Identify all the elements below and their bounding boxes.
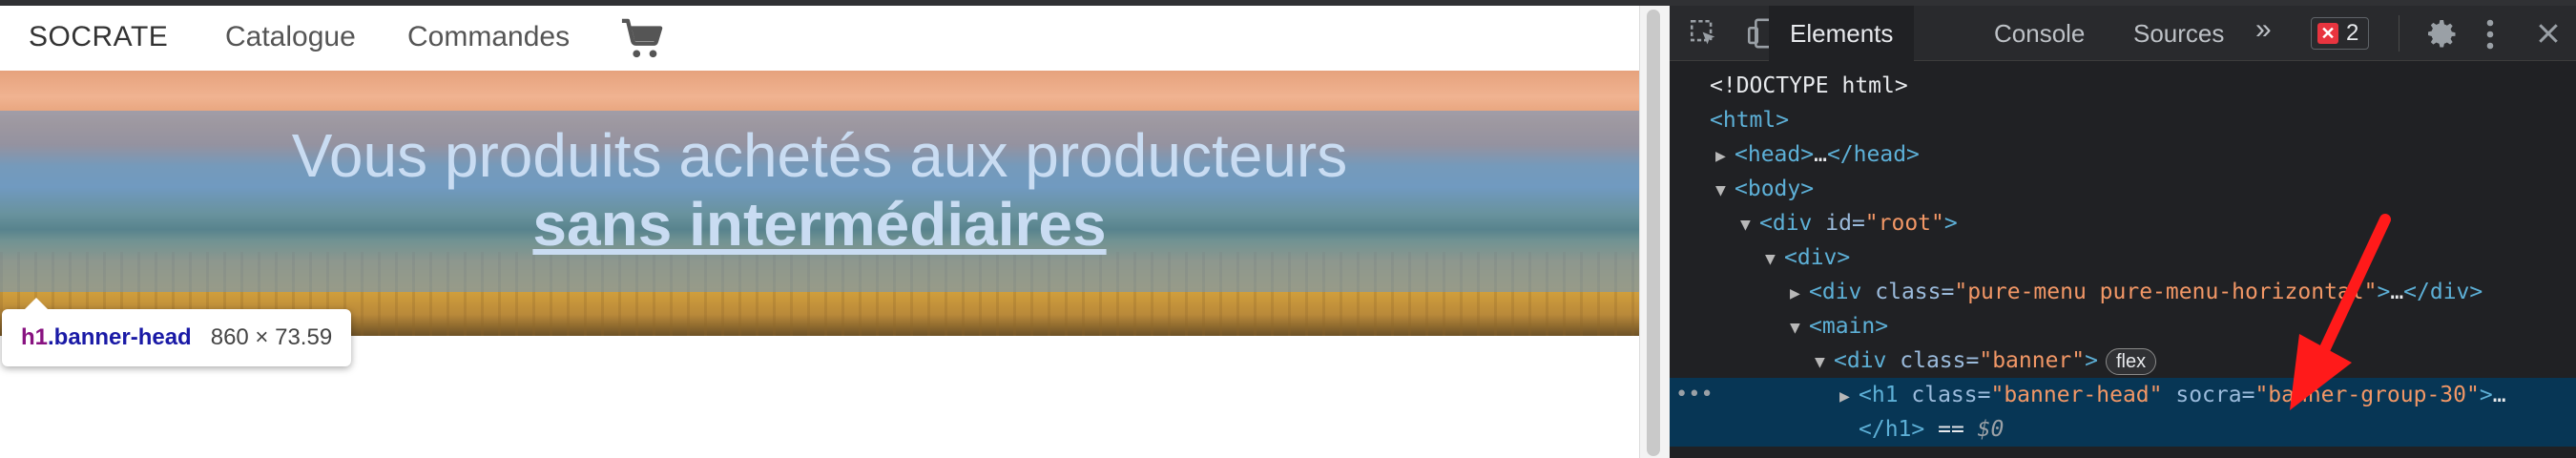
- devtools-toolbar: Elements Console Sources » ✕ 2: [1670, 6, 2576, 61]
- dom-token: <head>: [1735, 142, 1815, 167]
- dom-token: $0: [1977, 417, 2005, 442]
- shopping-cart-icon[interactable]: [620, 17, 664, 61]
- dom-token: >: [2479, 383, 2493, 407]
- gear-icon[interactable]: [2425, 17, 2460, 52]
- error-icon: ✕: [2317, 23, 2338, 44]
- error-count-badge[interactable]: ✕ 2: [2311, 17, 2370, 50]
- dom-token: </h1>: [1859, 417, 1925, 442]
- dom-token: socra=: [2162, 383, 2255, 407]
- dom-tree[interactable]: <!DOCTYPE html> <html> ▶ <head>…</head> ▼ <bo…: [1670, 61, 2576, 458]
- dom-token: ==: [1924, 417, 1978, 442]
- dom-token: class=: [1911, 383, 1991, 407]
- page-viewport: SOCRATE Catalogue Commandes Vous produit…: [0, 6, 1639, 458]
- banner-headline: Vous produits achetés aux producteurs: [291, 121, 1348, 190]
- nav-link-catalogue[interactable]: Catalogue: [225, 21, 356, 53]
- tooltip-tag: h1: [21, 324, 49, 350]
- page-scrollbar-thumb[interactable]: [1647, 10, 1660, 456]
- dom-token: …: [2492, 383, 2506, 407]
- tooltip-class: .banner-head: [48, 324, 192, 350]
- dom-token: </head>: [1826, 142, 1920, 167]
- annotation-arrow-icon: [2290, 214, 2391, 410]
- expanded-triangle-icon[interactable]: ▼: [1740, 208, 1759, 242]
- close-icon[interactable]: [2534, 19, 2563, 48]
- dom-node-line[interactable]: </h1> == $0: [1670, 412, 2576, 447]
- tooltip-size: 860 × 73.59: [210, 324, 333, 350]
- dom-token: <div: [1834, 348, 1901, 373]
- collapsed-triangle-icon[interactable]: ▶: [1715, 139, 1735, 174]
- dom-node-line[interactable]: ▼ <div class="banner"> flex: [1670, 344, 2576, 378]
- tab-sources[interactable]: Sources: [2112, 6, 2245, 61]
- dom-token: class=: [1900, 348, 1980, 373]
- dom-token: class=: [1875, 280, 1955, 304]
- collapsed-triangle-icon[interactable]: ▶: [1839, 380, 1859, 414]
- dom-node-line[interactable]: <html>: [1670, 103, 2576, 137]
- more-tabs-chevron-icon[interactable]: »: [2255, 13, 2272, 46]
- dom-node-line[interactable]: ▶ <head>…</head>: [1670, 137, 2576, 172]
- dom-token: >: [1943, 211, 1958, 236]
- dom-token: <div>: [1784, 245, 1851, 270]
- inspect-element-icon[interactable]: [1687, 17, 1721, 50]
- tooltip-arrow: [25, 298, 48, 309]
- dom-token: <body>: [1735, 177, 1815, 201]
- dom-node-line[interactable]: ▼ <div id="root">: [1670, 206, 2576, 240]
- brand-link[interactable]: SOCRATE: [29, 21, 168, 53]
- dom-token: "banner-head": [1990, 383, 2163, 407]
- dom-token: …: [1814, 142, 1827, 167]
- dom-token: "banner": [1979, 348, 2086, 373]
- dom-token: <main>: [1809, 314, 1889, 339]
- collapsed-triangle-icon[interactable]: ▶: [1790, 277, 1809, 311]
- nav-link-commandes[interactable]: Commandes: [407, 21, 570, 53]
- expanded-triangle-icon[interactable]: ▼: [1815, 345, 1834, 380]
- devtools-panel: Elements Console Sources » ✕ 2 <!DOCTYPE…: [1670, 6, 2576, 458]
- dom-node-line[interactable]: ▼ <div>: [1670, 240, 2576, 275]
- selected-node-dots-icon[interactable]: •••: [1675, 378, 1714, 412]
- banner-headline-emphasis[interactable]: sans intermédiaires: [0, 189, 1639, 260]
- hero-banner: Vous produits achetés aux producteurs sa…: [0, 71, 1639, 336]
- inspect-tooltip: h1 .banner-head 860 × 73.59: [2, 298, 352, 366]
- dom-node-line[interactable]: ▼ <body>: [1670, 172, 2576, 206]
- tab-elements[interactable]: Elements: [1769, 6, 1915, 61]
- dom-token: id=: [1825, 211, 1865, 236]
- dom-token: <h1: [1859, 383, 1912, 407]
- dom-token: >: [2085, 348, 2098, 373]
- tab-console[interactable]: Console: [1973, 6, 2106, 61]
- dom-token: <html>: [1710, 108, 1790, 133]
- dom-token: "root": [1864, 211, 1944, 236]
- dom-token: <!DOCTYPE html>: [1710, 73, 1908, 98]
- dom-node-line[interactable]: ▼ <main>: [1670, 309, 2576, 344]
- expanded-triangle-icon[interactable]: ▼: [1715, 174, 1735, 208]
- dom-token: <div: [1759, 211, 1826, 236]
- dom-token: <div: [1809, 280, 1876, 304]
- expanded-triangle-icon[interactable]: ▼: [1765, 242, 1784, 277]
- dom-node-line[interactable]: ▶ <h1 class="banner-head" socra="banner-g…: [1670, 378, 2576, 412]
- flex-badge[interactable]: flex: [2105, 347, 2157, 375]
- expanded-triangle-icon[interactable]: ▼: [1790, 311, 1809, 345]
- site-navbar: SOCRATE Catalogue Commandes: [0, 6, 1639, 71]
- error-count: 2: [2346, 20, 2359, 46]
- dom-node-line[interactable]: <!DOCTYPE html>: [1670, 69, 2576, 103]
- dom-token: </div>: [2403, 280, 2483, 304]
- more-options-icon[interactable]: [2483, 17, 2498, 52]
- dom-node-line[interactable]: ▶ <div class="pure-menu pure-menu-horizon…: [1670, 275, 2576, 309]
